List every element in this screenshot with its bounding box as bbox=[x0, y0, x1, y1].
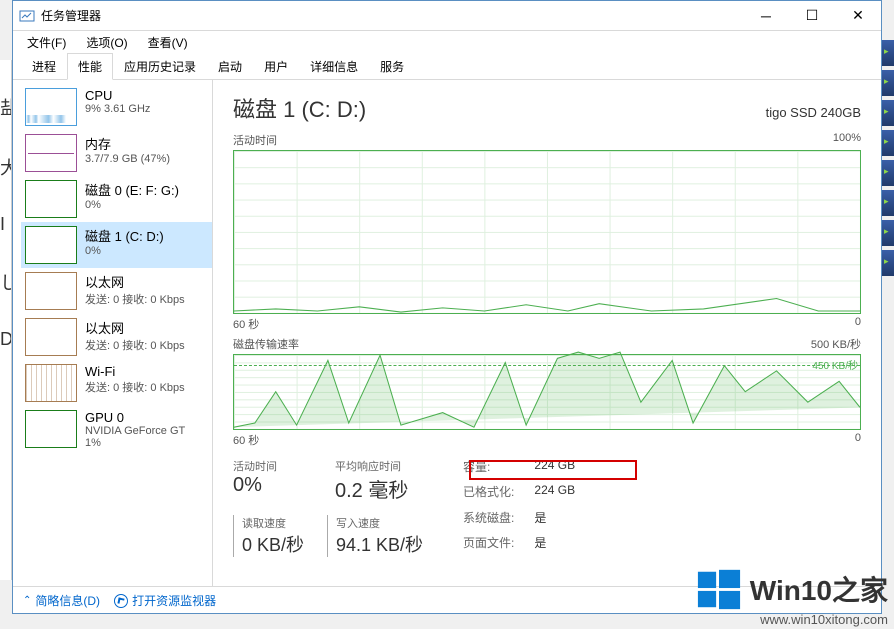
sidebar-item-label: GPU 0 bbox=[85, 410, 185, 425]
info-formatted-v: 224 GB bbox=[534, 483, 575, 506]
disk-thumb-icon bbox=[25, 226, 77, 264]
page-title: 磁盘 1 (C: D:) bbox=[233, 92, 366, 124]
wifi-thumb-icon bbox=[25, 364, 77, 402]
watermark: Win10之家 www.win10xitong.com bbox=[696, 566, 888, 627]
sidebar-item-label: CPU bbox=[85, 88, 150, 103]
tab-app-history[interactable]: 应用历史记录 bbox=[113, 53, 207, 80]
tab-services[interactable]: 服务 bbox=[369, 53, 415, 80]
resmon-label: 打开资源监视器 bbox=[132, 592, 216, 609]
sidebar-item-label: 磁盘 0 (E: F: G:) bbox=[85, 180, 179, 199]
sidebar-item-sub: 3.7/7.9 GB (47%) bbox=[85, 153, 170, 165]
sidebar-item-cpu[interactable]: CPU 9% 3.61 GHz bbox=[21, 84, 212, 130]
graph1-xright: 0 bbox=[855, 316, 861, 332]
chevron-up-icon: ⌃ bbox=[23, 595, 31, 606]
sidebar-item-label: Wi-Fi bbox=[85, 364, 185, 379]
resmon-icon bbox=[114, 594, 128, 608]
tab-users[interactable]: 用户 bbox=[253, 53, 299, 80]
sidebar-item-ethernet1[interactable]: 以太网 发送: 0 接收: 0 Kbps bbox=[21, 314, 212, 360]
graph2-xright: 0 bbox=[855, 432, 861, 448]
menubar: 文件(F) 选项(O) 查看(V) bbox=[13, 31, 881, 53]
info-pagefile-v: 是 bbox=[534, 534, 575, 557]
graph1-xleft: 60 秒 bbox=[233, 316, 259, 332]
sidebar-item-label: 以太网 bbox=[85, 272, 185, 291]
info-system-v: 是 bbox=[534, 509, 575, 532]
sidebar-item-sub: 发送: 0 接收: 0 Kbps bbox=[85, 337, 185, 353]
graph2-xleft: 60 秒 bbox=[233, 432, 259, 448]
ethernet-thumb-icon bbox=[25, 272, 77, 310]
sidebar-item-ethernet0[interactable]: 以太网 发送: 0 接收: 0 Kbps bbox=[21, 268, 212, 314]
gpu-thumb-icon bbox=[25, 410, 77, 448]
sidebar-item-sub: 0% bbox=[85, 199, 179, 211]
disk-thumb-icon bbox=[25, 180, 77, 218]
info-pagefile-k: 页面文件: bbox=[463, 534, 514, 557]
watermark-url: www.win10xitong.com bbox=[696, 612, 888, 627]
sidebar-item-sub: 发送: 0 接收: 0 Kbps bbox=[85, 291, 185, 307]
sidebar-item-sub2: 1% bbox=[85, 437, 185, 449]
stat-read-value: 0 KB/秒 bbox=[242, 531, 313, 557]
sidebar-item-wifi[interactable]: Wi-Fi 发送: 0 接收: 0 Kbps bbox=[21, 360, 212, 406]
minimize-button[interactable]: ─ bbox=[743, 1, 789, 31]
menu-options[interactable]: 选项(O) bbox=[78, 32, 135, 53]
fewer-details-label: 简略信息(D) bbox=[35, 592, 100, 609]
info-formatted-k: 已格式化: bbox=[463, 483, 514, 506]
sidebar-item-sub: NVIDIA GeForce GT bbox=[85, 425, 185, 437]
app-icon bbox=[19, 8, 35, 24]
info-capacity-v: 224 GB bbox=[534, 458, 575, 481]
tab-startup[interactable]: 启动 bbox=[207, 53, 253, 80]
sidebar-item-memory[interactable]: 内存 3.7/7.9 GB (47%) bbox=[21, 130, 212, 176]
disk-model: tigo SSD 240GB bbox=[766, 105, 861, 120]
sidebar-item-label: 以太网 bbox=[85, 318, 185, 337]
sidebar-item-label: 磁盘 1 (C: D:) bbox=[85, 226, 164, 245]
watermark-title: Win10之家 bbox=[750, 569, 888, 609]
fewer-details-link[interactable]: ⌃ 简略信息(D) bbox=[23, 592, 100, 609]
menu-file[interactable]: 文件(F) bbox=[19, 32, 74, 53]
disk-info-grid: 容量: 224 GB 已格式化: 224 GB 系统磁盘: 是 页面文件: 是 bbox=[463, 458, 575, 557]
activity-graph[interactable] bbox=[233, 150, 861, 314]
maximize-button[interactable]: ☐ bbox=[789, 1, 835, 31]
sidebar-item-sub: 发送: 0 接收: 0 Kbps bbox=[85, 379, 185, 395]
info-system-k: 系统磁盘: bbox=[463, 509, 514, 532]
tab-bar: 进程 性能 应用历史记录 启动 用户 详细信息 服务 bbox=[13, 53, 881, 80]
resource-monitor-link[interactable]: 打开资源监视器 bbox=[114, 592, 216, 609]
sidebar-item-disk1[interactable]: 磁盘 1 (C: D:) 0% bbox=[21, 222, 212, 268]
stat-read-label: 读取速度 bbox=[242, 515, 313, 531]
sidebar-item-disk0[interactable]: 磁盘 0 (E: F: G:) 0% bbox=[21, 176, 212, 222]
stat-avgresp-value: 0.2 毫秒 bbox=[335, 474, 408, 503]
transfer-graph[interactable]: 450 KB/秒 bbox=[233, 354, 861, 430]
sidebar-item-sub: 9% 3.61 GHz bbox=[85, 103, 150, 115]
memory-thumb-icon bbox=[25, 134, 77, 172]
stat-active-value: 0% bbox=[233, 474, 313, 497]
main-panel: 磁盘 1 (C: D:) tigo SSD 240GB 活动时间 100% 60… bbox=[213, 80, 881, 586]
menu-view[interactable]: 查看(V) bbox=[140, 32, 196, 53]
task-manager-window: 任务管理器 ─ ☐ ✕ 文件(F) 选项(O) 查看(V) 进程 性能 应用历史… bbox=[12, 0, 882, 614]
stat-write-label: 写入速度 bbox=[336, 515, 423, 531]
stat-avgresp-label: 平均响应时间 bbox=[335, 458, 408, 474]
tab-performance[interactable]: 性能 bbox=[67, 53, 113, 80]
sidebar-item-sub: 0% bbox=[85, 245, 164, 257]
cpu-thumb-icon bbox=[25, 88, 77, 126]
sidebar-item-gpu0[interactable]: GPU 0 NVIDIA GeForce GT 1% bbox=[21, 406, 212, 453]
info-capacity-k: 容量: bbox=[463, 458, 514, 481]
close-button[interactable]: ✕ bbox=[835, 1, 881, 31]
sidebar[interactable]: CPU 9% 3.61 GHz 内存 3.7/7.9 GB (47%) 磁盘 0… bbox=[13, 80, 213, 586]
tab-processes[interactable]: 进程 bbox=[21, 53, 67, 80]
tab-details[interactable]: 详细信息 bbox=[299, 53, 369, 80]
titlebar[interactable]: 任务管理器 ─ ☐ ✕ bbox=[13, 1, 881, 31]
stat-write-value: 94.1 KB/秒 bbox=[336, 531, 423, 557]
window-title: 任务管理器 bbox=[41, 7, 743, 24]
sidebar-item-label: 内存 bbox=[85, 134, 170, 153]
stat-active-label: 活动时间 bbox=[233, 458, 313, 474]
ethernet-thumb-icon bbox=[25, 318, 77, 356]
win10-logo-icon bbox=[696, 566, 742, 612]
